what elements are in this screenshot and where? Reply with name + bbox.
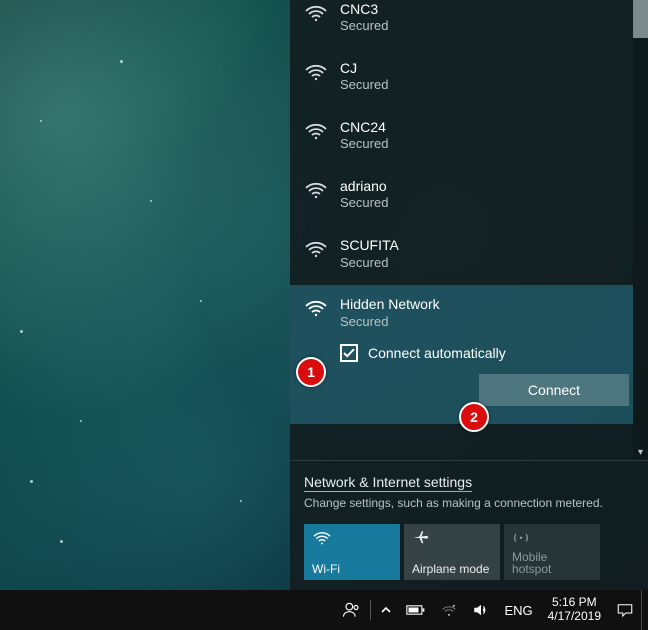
language-indicator[interactable]: ENG: [497, 590, 539, 630]
quick-tile-airplane[interactable]: Airplane mode: [404, 524, 500, 580]
tray-overflow-chevron[interactable]: [373, 590, 399, 630]
clock[interactable]: 5:16 PM 4/17/2019: [540, 590, 609, 630]
wifi-secured-icon: [304, 179, 330, 199]
network-item[interactable]: CNC3Secured: [290, 0, 633, 49]
clock-time: 5:16 PM: [552, 596, 597, 610]
airplane-icon: [412, 529, 492, 549]
network-status: Secured: [340, 195, 388, 212]
people-icon[interactable]: [334, 590, 368, 630]
battery-icon[interactable]: [399, 590, 433, 630]
connect-button-label: Connect: [528, 382, 580, 398]
wifi-secured-icon: [304, 61, 330, 81]
network-name: CNC3: [340, 0, 388, 18]
taskbar: * ENG 5:16 PM 4/17/2019: [0, 590, 648, 630]
system-tray: * ENG 5:16 PM 4/17/2019: [334, 590, 648, 630]
network-name: SCUFITA: [340, 236, 399, 254]
network-tray-icon[interactable]: *: [433, 590, 465, 630]
network-list-scroll: CNC3SecuredCJSecuredCNC24SecuredadrianoS…: [290, 0, 648, 459]
network-name: CNC24: [340, 118, 388, 136]
network-item[interactable]: CJSecured: [290, 49, 633, 108]
clock-date: 4/17/2019: [548, 610, 601, 624]
selected-network-status: Secured: [340, 314, 440, 331]
connect-automatically-label: Connect automatically: [368, 345, 506, 361]
wifi-icon: [312, 529, 392, 549]
wifi-secured-icon: [304, 238, 330, 258]
network-status: Secured: [340, 77, 388, 94]
annotation-2: 2: [459, 402, 489, 432]
quick-tile-wifi-label: Wi-Fi: [312, 562, 392, 576]
scrollbar-thumb[interactable]: [633, 0, 648, 38]
network-item[interactable]: CNC24Secured: [290, 108, 633, 167]
connect-automatically-checkbox[interactable]: [340, 344, 358, 362]
network-item[interactable]: adrianoSecured: [290, 167, 633, 226]
quick-tile-airplane-label: Airplane mode: [412, 562, 492, 576]
connect-button[interactable]: Connect: [479, 374, 629, 406]
network-settings-area: Network & Internet settings Change setti…: [290, 460, 648, 590]
network-status: Secured: [340, 255, 399, 272]
wifi-secured-icon: [304, 297, 330, 317]
wifi-secured-icon: [304, 2, 330, 22]
selected-network-name: Hidden Network: [340, 295, 440, 313]
network-selected[interactable]: Hidden Network Secured Connect automatic…: [290, 285, 633, 424]
volume-icon[interactable]: [465, 590, 497, 630]
network-flyout: CNC3SecuredCJSecuredCNC24SecuredadrianoS…: [290, 0, 648, 590]
quick-tile-wifi[interactable]: Wi-Fi: [304, 524, 400, 580]
show-desktop-button[interactable]: [641, 590, 648, 630]
network-status: Secured: [340, 18, 388, 35]
svg-text:*: *: [453, 604, 456, 611]
network-name: CJ: [340, 59, 388, 77]
network-item[interactable]: SCUFITASecured: [290, 226, 633, 285]
quick-tile-hotspot-label2: hotspot: [512, 562, 551, 576]
wifi-secured-icon: [304, 120, 330, 140]
tray-divider: [370, 600, 371, 620]
network-settings-link[interactable]: Network & Internet settings: [304, 473, 472, 492]
hotspot-icon: [512, 529, 592, 549]
action-center-icon[interactable]: [609, 590, 641, 630]
scrollbar-track[interactable]: [633, 0, 648, 459]
quick-tile-hotspot[interactable]: Mobilehotspot: [504, 524, 600, 580]
scrollbar-down-arrow[interactable]: ▾: [633, 445, 648, 459]
network-name: adriano: [340, 177, 388, 195]
network-status: Secured: [340, 136, 388, 153]
network-settings-desc: Change settings, such as making a connec…: [304, 496, 634, 510]
